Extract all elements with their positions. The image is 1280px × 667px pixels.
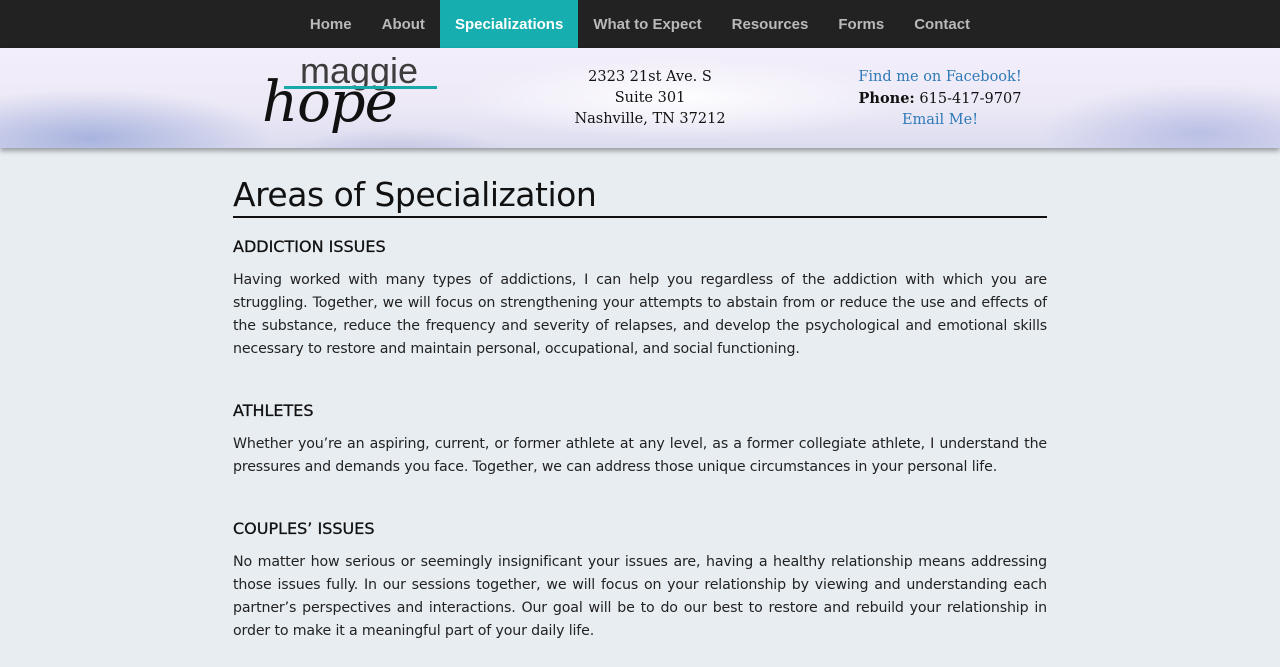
nav-home[interactable]: Home: [295, 0, 367, 48]
office-address: 2323 21st Ave. S Suite 301 Nashville, TN…: [560, 67, 740, 130]
nav-contact[interactable]: Contact: [899, 0, 985, 48]
section-body: No matter how serious or seemingly insig…: [233, 554, 1047, 639]
site-logo[interactable]: maggie hope: [262, 50, 442, 146]
address-city: Nashville, TN 37212: [574, 111, 726, 127]
nav-what-to-expect[interactable]: What to Expect: [578, 0, 716, 48]
section-addiction: ADDICTION ISSUES Having worked with many…: [233, 237, 1047, 361]
facebook-link[interactable]: Find me on Facebook!: [858, 69, 1021, 85]
contact-info: Find me on Facebook! Phone: 615-417-9707…: [830, 67, 1050, 131]
email-link[interactable]: Email Me!: [902, 112, 978, 128]
phone-label: Phone:: [858, 90, 915, 107]
section-body: Whether you’re an aspiring, current, or …: [233, 436, 1047, 475]
nav-specializations[interactable]: Specializations: [439, 0, 579, 48]
section-athletes: ATHLETES Whether you’re an aspiring, cur…: [233, 401, 1047, 479]
section-heading: ADDICTION ISSUES: [233, 237, 386, 256]
page-title: Areas of Specialization: [233, 174, 1047, 218]
section-body: Having worked with many types of addicti…: [233, 272, 1047, 357]
nav-resources[interactable]: Resources: [717, 0, 824, 48]
nav-forms[interactable]: Forms: [823, 0, 899, 48]
top-navigation: Home About Specializations What to Expec…: [0, 0, 1280, 48]
address-street: 2323 21st Ave. S: [588, 69, 712, 85]
phone-number: 615-417-9707: [919, 91, 1022, 107]
section-couples: COUPLES’ ISSUES No matter how serious or…: [233, 519, 1047, 643]
nav-about[interactable]: About: [367, 0, 440, 48]
logo-text-hope: hope: [262, 70, 398, 135]
phone-line: Phone: 615-417-9707: [830, 88, 1050, 110]
main-content: Areas of Specialization ADDICTION ISSUES…: [233, 174, 1047, 639]
site-header: maggie hope 2323 21st Ave. S Suite 301 N…: [0, 48, 1280, 148]
section-heading: ATHLETES: [233, 401, 314, 420]
address-suite: Suite 301: [614, 90, 686, 106]
section-heading: COUPLES’ ISSUES: [233, 519, 375, 538]
